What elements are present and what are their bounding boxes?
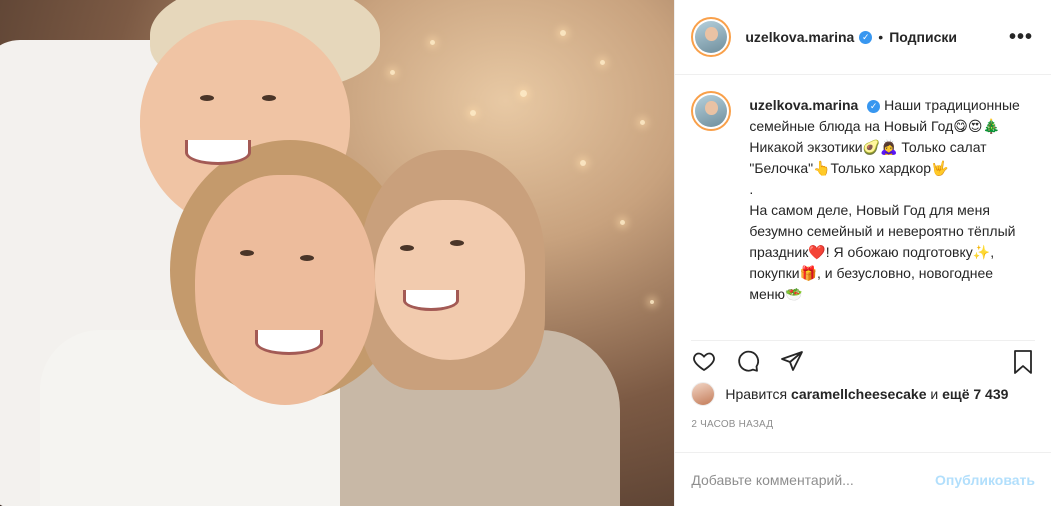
- post-photo[interactable]: [0, 0, 675, 506]
- bokeh-light: [580, 160, 586, 166]
- post-header: uzelkova.marina ✓ • Подписки •••: [675, 0, 1051, 75]
- post-side-panel: uzelkova.marina ✓ • Подписки ••• uzelkov…: [674, 0, 1051, 506]
- caption-text: uzelkova.marina ✓ Наши традиционные семе…: [749, 95, 1029, 327]
- caption: uzelkova.marina ✓ Наши традиционные семе…: [675, 75, 1051, 327]
- bokeh-light: [470, 110, 476, 116]
- bokeh-light: [390, 70, 395, 75]
- liker-username[interactable]: caramellcheesecake: [791, 386, 926, 402]
- boy-eye: [200, 95, 214, 101]
- girl-eye: [450, 240, 464, 246]
- bokeh-light: [520, 90, 527, 97]
- publish-button[interactable]: Опубликовать: [935, 472, 1035, 488]
- likes-prefix: Нравится: [725, 386, 788, 402]
- share-icon[interactable]: [779, 349, 805, 373]
- action-bar: [691, 340, 1035, 377]
- woman-smile: [255, 330, 323, 355]
- verified-badge-icon: ✓: [867, 99, 881, 113]
- girl-face: [375, 200, 525, 360]
- separator: •: [878, 29, 884, 45]
- boy-eye: [262, 95, 276, 101]
- caption-line-3: На самом деле, Новый Год для меня безумн…: [749, 202, 1016, 302]
- bokeh-light: [640, 120, 645, 125]
- post-timestamp[interactable]: 2 ЧАСОВ НАЗАД: [691, 419, 773, 430]
- likes-row: Нравится caramellcheesecake и ещё 7 439: [691, 382, 1008, 406]
- caption-avatar[interactable]: [691, 91, 732, 131]
- comment-box: Добавьте комментарий... Опубликовать: [675, 452, 1051, 506]
- woman-eye: [300, 255, 314, 261]
- caption-username[interactable]: uzelkova.marina: [749, 97, 858, 113]
- woman-eye: [240, 250, 254, 256]
- bokeh-light: [430, 40, 435, 45]
- caption-line-2: .: [749, 181, 754, 197]
- bokeh-light: [560, 30, 566, 36]
- following-button[interactable]: Подписки: [889, 29, 957, 45]
- boy-smile: [185, 140, 251, 165]
- comment-input[interactable]: Добавьте комментарий...: [691, 472, 935, 488]
- bokeh-light: [650, 300, 654, 304]
- heart-icon[interactable]: [691, 349, 717, 373]
- header-username[interactable]: uzelkova.marina: [745, 29, 854, 45]
- bokeh-light: [600, 60, 605, 65]
- comment-icon[interactable]: [735, 349, 761, 373]
- girl-smile: [403, 290, 459, 311]
- verified-badge-icon: ✓: [859, 30, 873, 44]
- more-options-icon[interactable]: •••: [1009, 26, 1033, 49]
- bookmark-icon[interactable]: [1011, 349, 1035, 375]
- likes-and: и: [930, 386, 939, 402]
- instagram-post: uzelkova.marina ✓ • Подписки ••• uzelkov…: [0, 0, 1051, 506]
- woman-face: [195, 175, 375, 405]
- avatar[interactable]: [691, 17, 732, 57]
- likes-count[interactable]: ещё 7 439: [942, 386, 1008, 402]
- girl-eye: [400, 245, 414, 251]
- liker-avatar[interactable]: [691, 382, 716, 406]
- bokeh-light: [620, 220, 625, 225]
